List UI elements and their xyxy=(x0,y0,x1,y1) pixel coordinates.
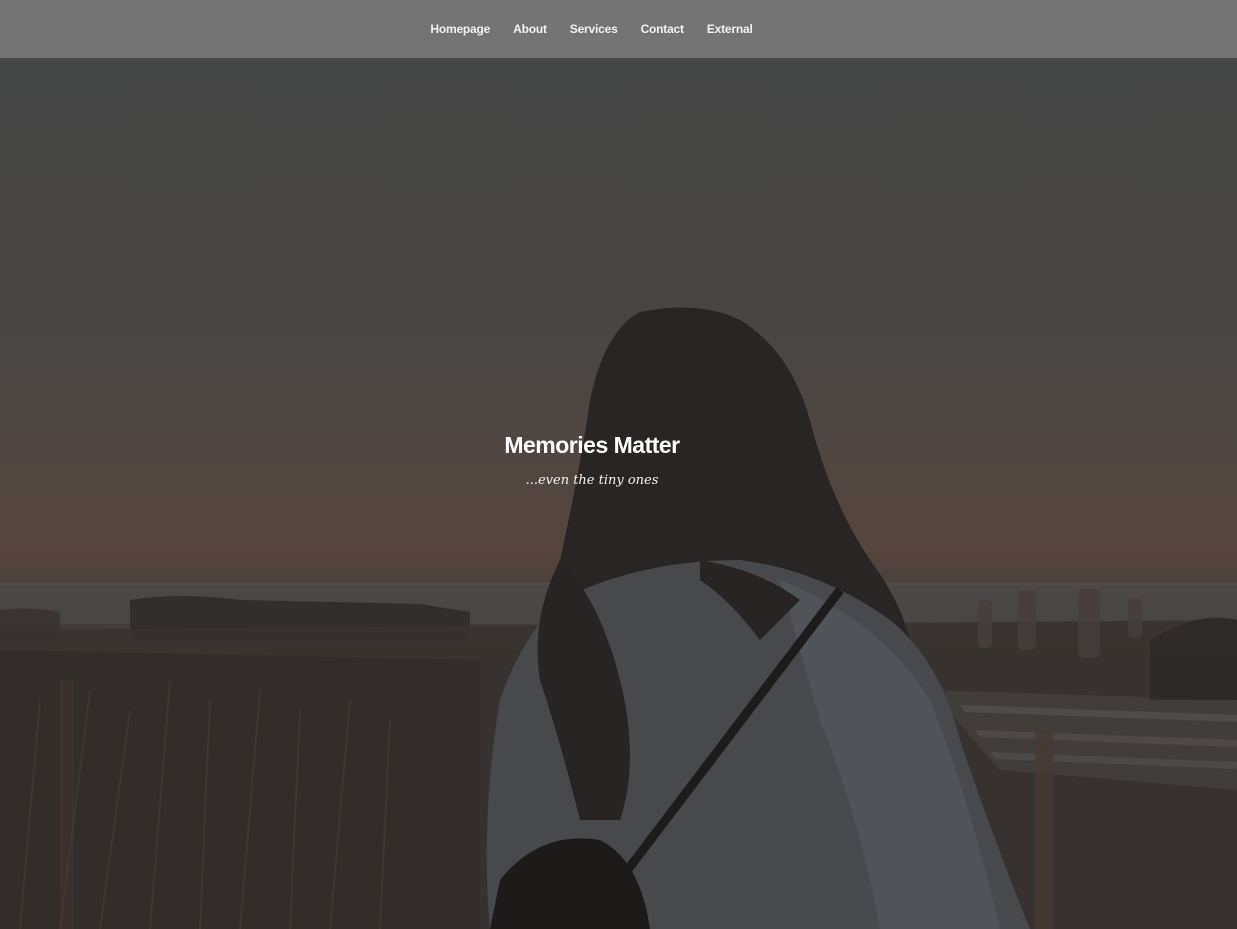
hero-text-block: Memories Matter ...even the tiny ones xyxy=(0,428,1184,490)
nav-link-about[interactable]: About xyxy=(502,22,559,36)
top-navbar: Homepage About Services Contact External xyxy=(0,0,1237,58)
page: Homepage About Services Contact External… xyxy=(0,0,1237,929)
hero-title: Memories Matter xyxy=(504,432,680,458)
hero-subtitle: ...even the tiny ones xyxy=(525,473,659,488)
nav-link-contact[interactable]: Contact xyxy=(629,22,695,36)
nav-link-external[interactable]: External xyxy=(695,22,764,36)
nav-link-homepage[interactable]: Homepage xyxy=(419,22,502,36)
nav-list: Homepage About Services Contact External xyxy=(419,20,764,38)
nav-link-services[interactable]: Services xyxy=(558,22,629,36)
